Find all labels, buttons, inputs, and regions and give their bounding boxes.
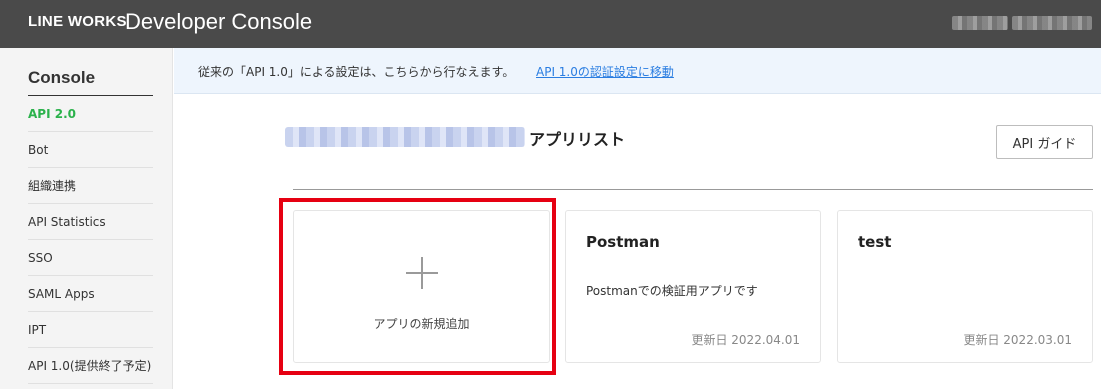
api-guide-button[interactable]: API ガイド — [996, 125, 1093, 159]
page-title: アプリリスト — [529, 130, 626, 149]
notice-banner: 従来の「API 1.0」による設定は、こちらから行なえます。 API 1.0の認… — [174, 48, 1101, 94]
brand-logo[interactable]: LINE WORKS — [28, 13, 127, 30]
sidebar-item-saml-apps[interactable]: SAML Apps — [28, 276, 153, 312]
app-name: Postman — [586, 233, 660, 251]
notice-text: 従来の「API 1.0」による設定は、こちらから行なえます。 — [198, 65, 515, 79]
title-divider — [293, 189, 1093, 190]
app-name: test — [858, 233, 892, 251]
app-card-test[interactable]: test 更新日 2022.03.01 — [837, 210, 1093, 363]
app-description: Postmanでの検証用アプリです — [586, 284, 758, 298]
sidebar-title: Console — [28, 68, 96, 87]
sidebar-item-sso[interactable]: SSO — [28, 240, 153, 276]
app-updated-date: 更新日 2022.04.01 — [691, 333, 800, 347]
sidebar: Console API 2.0 Bot 組織連携 API Statistics … — [0, 48, 173, 389]
user-account-menu[interactable] — [952, 16, 1092, 30]
sidebar-item-ipt[interactable]: IPT — [28, 312, 153, 348]
app-updated-date: 更新日 2022.03.01 — [963, 333, 1072, 347]
sidebar-item-api-1-0[interactable]: API 1.0(提供終了予定) — [28, 348, 153, 384]
console-title: Developer Console — [125, 9, 313, 34]
sidebar-item-org-sync[interactable]: 組織連携 — [28, 168, 153, 204]
app-card-postman[interactable]: Postman Postmanでの検証用アプリです 更新日 2022.04.01 — [565, 210, 821, 363]
sidebar-item-api-2-0[interactable]: API 2.0 — [28, 96, 153, 132]
highlight-frame — [279, 198, 556, 375]
sidebar-item-api-statistics[interactable]: API Statistics — [28, 204, 153, 240]
organization-name-blurred — [285, 127, 525, 147]
top-header: LINE WORKS Developer Console — [0, 0, 1101, 48]
sidebar-item-bot[interactable]: Bot — [28, 132, 153, 168]
api-1-0-auth-link[interactable]: API 1.0の認証設定に移動 — [536, 63, 674, 80]
